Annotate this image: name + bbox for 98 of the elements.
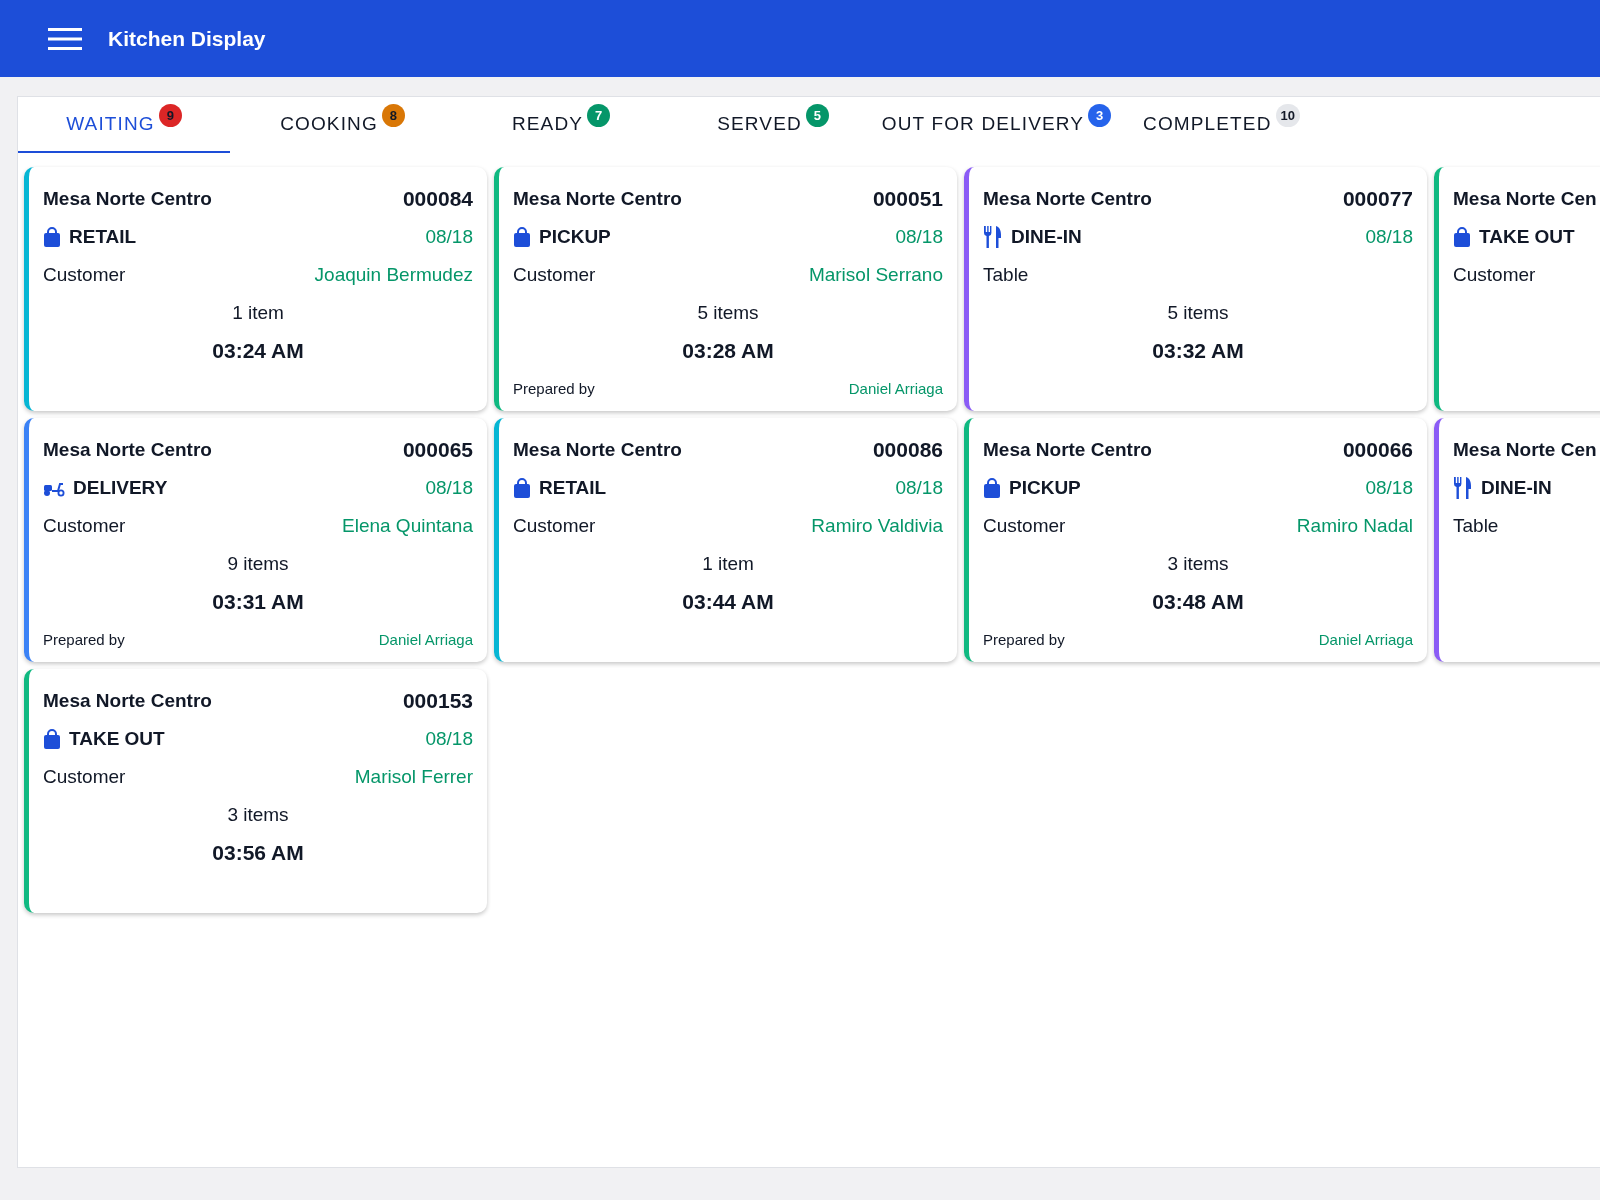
party-label: Customer	[983, 513, 1066, 538]
order-date: 08/18	[1365, 224, 1413, 249]
order-number: 000084	[402, 186, 473, 213]
party-label: Customer	[513, 262, 596, 287]
party-label: Customer	[1453, 262, 1536, 287]
menu-icon[interactable]	[48, 26, 82, 51]
order-type: DELIVERY	[73, 475, 168, 500]
shopping-bag-icon	[43, 729, 61, 749]
customer-name: Elena Quintana	[342, 513, 473, 538]
order-type: TAKE OUT	[69, 726, 165, 751]
order-date: 08/18	[425, 475, 473, 500]
count-badge: 7	[587, 103, 611, 127]
count-badge: 5	[805, 103, 829, 127]
customer-name: Marisol Ferrer	[354, 764, 473, 789]
store-name: Mesa Norte Centro	[43, 437, 212, 462]
order-time: 03:24 AM	[212, 338, 304, 365]
order-time: 03:28 AM	[682, 338, 774, 365]
item-count: 5 items	[1167, 300, 1229, 325]
order-number: 000086	[872, 437, 943, 464]
item-count: 1 item	[232, 300, 284, 325]
order-type: PICKUP	[1009, 475, 1081, 500]
order-card[interactable]: Mesa Norte Centro 000086 RETAIL 08/18 Customer Ramiro Valdivia 1 item 03:44 AM	[494, 418, 957, 662]
order-type: TAKE OUT	[1479, 224, 1575, 249]
store-name: Mesa Norte Centro	[43, 688, 212, 713]
order-card[interactable]: Mesa Norte Cen DINE-IN Table	[1434, 418, 1600, 662]
customer-name: Ramiro Valdivia	[811, 513, 943, 538]
customer-name: Marisol Serrano	[808, 262, 943, 287]
store-name: Mesa Norte Cen	[1453, 437, 1597, 462]
tab[interactable]: COOKING 8	[230, 97, 455, 153]
party-label: Customer	[43, 262, 126, 287]
order-number: 000051	[872, 186, 943, 213]
order-number: 000066	[1342, 437, 1413, 464]
preparer-name: Daniel Arriaga	[1318, 629, 1413, 650]
party-label: Customer	[513, 513, 596, 538]
order-time: 03:31 AM	[212, 589, 304, 616]
shopping-bag-icon	[983, 478, 1001, 498]
store-name: Mesa Norte Centro	[983, 186, 1152, 211]
order-number: 000077	[1342, 186, 1413, 213]
party-label: Customer	[43, 513, 126, 538]
preparer-name: Daniel Arriaga	[848, 378, 943, 399]
order-time: 03:48 AM	[1152, 589, 1244, 616]
preparer-name: Daniel Arriaga	[378, 629, 473, 650]
tab[interactable]: WAITING 9	[18, 97, 230, 153]
party-label: Customer	[43, 764, 126, 789]
app-title: Kitchen Display	[108, 25, 266, 52]
customer-name: Joaquin Bermudez	[314, 262, 473, 287]
party-label: Table	[1453, 513, 1499, 538]
order-type: RETAIL	[539, 475, 607, 500]
prepared-label: Prepared by	[43, 629, 125, 650]
tab[interactable]: OUT FOR DELIVERY 3	[879, 97, 1114, 153]
order-date: 08/18	[895, 224, 943, 249]
store-name: Mesa Norte Centro	[983, 437, 1152, 462]
order-date: 08/18	[895, 475, 943, 500]
order-number: 000065	[402, 437, 473, 464]
order-time: 03:56 AM	[212, 840, 304, 867]
count-badge: 10	[1275, 103, 1300, 127]
order-card[interactable]: Mesa Norte Centro 000084 RETAIL 08/18 Customer Joaquin Bermudez 1 item 03:24 AM	[24, 167, 487, 411]
fork-knife-icon	[1453, 477, 1473, 499]
customer-name: Ramiro Nadal	[1296, 513, 1413, 538]
item-count: 3 items	[1167, 551, 1229, 576]
order-card[interactable]: Mesa Norte Centro 000065 DELIVERY 08/18 Customer Elena Quintana 9 items 03:31 AM Prepared by Daniel Arriaga	[24, 418, 487, 662]
order-card[interactable]: Mesa Norte Cen TAKE OUT Customer	[1434, 167, 1600, 411]
shopping-bag-icon	[513, 478, 531, 498]
shopping-bag-icon	[513, 227, 531, 247]
item-count: 3 items	[227, 802, 289, 827]
order-time: 03:44 AM	[682, 589, 774, 616]
shopping-bag-icon	[43, 227, 61, 247]
order-date: 08/18	[1365, 475, 1413, 500]
order-type: DINE-IN	[1481, 475, 1552, 500]
tab[interactable]: SERVED 5	[667, 97, 879, 153]
tab[interactable]: COMPLETED 10	[1114, 97, 1329, 153]
fork-knife-icon	[983, 226, 1003, 248]
order-type: DINE-IN	[1011, 224, 1082, 249]
order-card[interactable]: Mesa Norte Centro 000153 TAKE OUT 08/18 Customer Marisol Ferrer 3 items 03:56 AM	[24, 669, 487, 913]
item-count: 1 item	[702, 551, 754, 576]
item-count: 5 items	[697, 300, 759, 325]
order-card[interactable]: Mesa Norte Centro 000066 PICKUP 08/18 Customer Ramiro Nadal 3 items 03:48 AM Prepared by Daniel Arriaga	[964, 418, 1427, 662]
count-badge: 8	[381, 103, 405, 127]
order-type: PICKUP	[539, 224, 611, 249]
count-badge: 9	[158, 103, 182, 127]
order-type: RETAIL	[69, 224, 137, 249]
store-name: Mesa Norte Centro	[43, 186, 212, 211]
store-name: Mesa Norte Centro	[513, 186, 682, 211]
item-count: 9 items	[227, 551, 289, 576]
store-name: Mesa Norte Cen	[1453, 186, 1597, 211]
order-card[interactable]: Mesa Norte Centro 000077 DINE-IN 08/18 Table 5 items 03:32 AM	[964, 167, 1427, 411]
order-date: 08/18	[425, 726, 473, 751]
tab[interactable]: READY 7	[455, 97, 667, 153]
party-label: Table	[983, 262, 1029, 287]
prepared-label: Prepared by	[513, 378, 595, 399]
order-card[interactable]: Mesa Norte Centro 000051 PICKUP 08/18 Customer Marisol Serrano 5 items 03:28 AM Prepared by Daniel Arriaga	[494, 167, 957, 411]
order-time: 03:32 AM	[1152, 338, 1244, 365]
prepared-label: Prepared by	[983, 629, 1065, 650]
shopping-bag-icon	[1453, 227, 1471, 247]
count-badge: 3	[1088, 103, 1112, 127]
order-date: 08/18	[425, 224, 473, 249]
order-number: 000153	[402, 688, 473, 715]
store-name: Mesa Norte Centro	[513, 437, 682, 462]
